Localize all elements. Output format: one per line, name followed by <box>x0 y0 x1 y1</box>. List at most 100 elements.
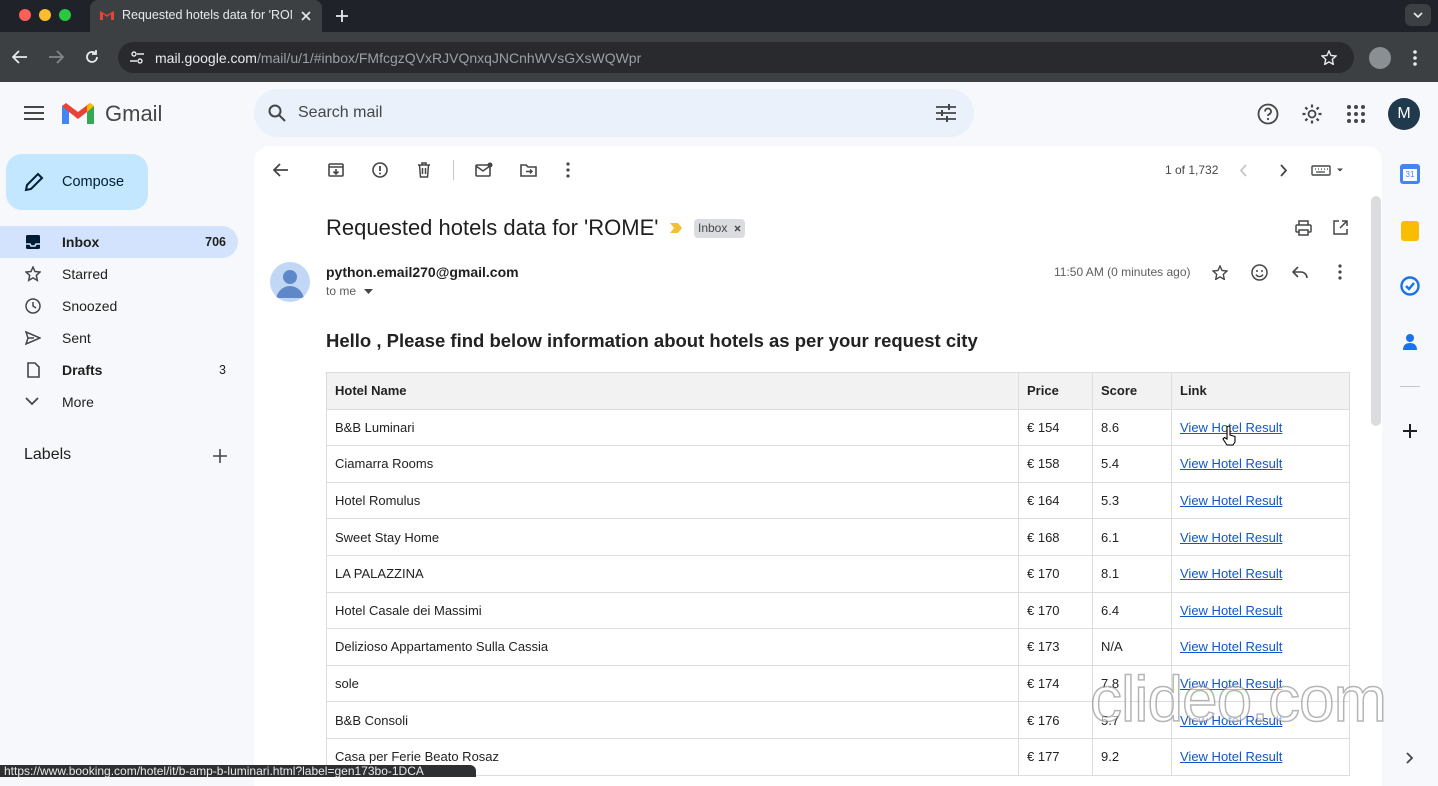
browser-tab[interactable]: Requested hotels data for 'ROME' <box>90 0 322 32</box>
account-avatar[interactable]: M <box>1388 98 1420 130</box>
view-hotel-result-link[interactable]: View Hotel Result <box>1180 603 1282 618</box>
table-row: Casa per Ferie Beato Rosaz € 177 9.2 View H… <box>326 737 1350 776</box>
inbox-icon <box>26 235 40 249</box>
inbox-label-chip[interactable]: Inbox <box>694 219 746 238</box>
search-input[interactable]: Search mail <box>298 104 382 122</box>
contacts-icon[interactable] <box>1402 333 1418 351</box>
pagination-text: 1 of 1,732 <box>1165 163 1219 177</box>
tab-search-button[interactable] <box>1405 4 1431 26</box>
keep-icon[interactable] <box>1401 221 1419 241</box>
sidebar-item-more[interactable]: More <box>0 386 238 418</box>
reply-icon[interactable] <box>1292 266 1308 278</box>
price-cell: € 177 <box>1018 737 1093 776</box>
score-cell: 5.3 <box>1092 481 1172 520</box>
compose-button[interactable]: Compose <box>6 154 148 210</box>
link-cell: View Hotel Result <box>1171 591 1350 630</box>
view-hotel-result-link[interactable]: View Hotel Result <box>1180 566 1282 581</box>
link-cell: View Hotel Result <box>1171 628 1350 666</box>
more-options-icon[interactable] <box>565 162 571 178</box>
minimize-window-button[interactable] <box>39 9 51 21</box>
star-message-icon[interactable] <box>1212 265 1228 280</box>
add-label-icon[interactable] <box>213 449 227 463</box>
new-tab-icon[interactable] <box>335 9 349 23</box>
calendar-icon[interactable]: 31 <box>1400 164 1420 184</box>
view-hotel-result-link[interactable]: View Hotel Result <box>1180 493 1282 508</box>
scrollbar-thumb[interactable] <box>1371 196 1381 426</box>
reload-icon[interactable] <box>84 49 100 65</box>
help-icon[interactable] <box>1257 103 1279 125</box>
back-icon[interactable] <box>12 50 28 64</box>
score-cell: 8.1 <box>1092 554 1172 593</box>
browser-menu-icon[interactable] <box>1412 49 1418 67</box>
sender-avatar[interactable] <box>270 262 310 302</box>
rail-divider <box>1400 386 1420 387</box>
tab-title: Requested hotels data for 'ROME' <box>122 8 292 22</box>
hotel-name-cell: LA PALAZZINA <box>326 554 1019 593</box>
score-cell: 5.4 <box>1092 445 1172 483</box>
sidebar-item-sent[interactable]: Sent <box>0 322 238 354</box>
sidebar-item-drafts[interactable]: Drafts 3 <box>0 354 238 386</box>
hand-cursor-icon <box>1222 426 1236 446</box>
watermark: clideo.com <box>1089 662 1387 736</box>
message-more-icon[interactable] <box>1337 264 1343 280</box>
move-to-icon[interactable] <box>520 163 537 177</box>
draft-icon <box>27 362 40 378</box>
newer-chevron-icon[interactable] <box>1239 164 1248 177</box>
hotel-name-cell: Ciamarra Rooms <box>326 445 1019 483</box>
hotel-name-cell: B&B Consoli <box>326 701 1019 739</box>
show-side-panel-icon[interactable] <box>1406 752 1414 764</box>
input-tools-icon[interactable] <box>1311 165 1345 176</box>
profile-avatar[interactable] <box>1369 47 1391 69</box>
back-to-inbox-icon[interactable] <box>273 163 289 177</box>
bookmark-star-icon[interactable] <box>1321 50 1337 65</box>
address-bar[interactable]: mail.google.com/mail/u/1/#inbox/FMfcgzQV… <box>118 42 1354 73</box>
remove-label-icon[interactable] <box>734 225 741 232</box>
chevron-down-icon <box>364 289 374 295</box>
importance-marker-icon[interactable] <box>669 222 683 234</box>
recipient-details[interactable]: to me <box>326 284 374 298</box>
site-info-icon[interactable] <box>130 51 144 64</box>
maximize-window-button[interactable] <box>59 9 71 21</box>
price-cell: € 174 <box>1018 664 1093 703</box>
forward-icon[interactable] <box>48 50 64 64</box>
search-icon[interactable] <box>268 104 286 122</box>
mark-unread-icon[interactable] <box>475 162 493 177</box>
link-cell: View Hotel Result <box>1171 445 1350 483</box>
price-cell: € 176 <box>1018 701 1093 739</box>
sidebar-item-starred[interactable]: Starred <box>0 258 238 290</box>
hotel-name-cell: Sweet Stay Home <box>326 518 1019 556</box>
column-header: Hotel Name <box>326 372 1019 410</box>
emoji-reaction-icon[interactable] <box>1251 264 1268 281</box>
view-hotel-result-link[interactable]: View Hotel Result <box>1180 456 1282 471</box>
sidebar-item-label: More <box>62 394 94 410</box>
view-hotel-result-link[interactable]: View Hotel Result <box>1180 749 1282 764</box>
close-tab-icon[interactable] <box>300 10 312 22</box>
open-new-window-icon[interactable] <box>1333 220 1348 235</box>
side-panel-rail: 31 <box>1382 146 1438 777</box>
sidebar-item-label: Snoozed <box>62 298 118 314</box>
sidebar-item-snoozed[interactable]: Snoozed <box>0 290 238 322</box>
price-cell: € 170 <box>1018 591 1093 630</box>
view-hotel-result-link[interactable]: View Hotel Result <box>1180 530 1282 545</box>
sender-email[interactable]: python.email270@gmail.com <box>326 264 519 280</box>
apps-grid-icon[interactable] <box>1347 105 1365 123</box>
get-addons-icon[interactable] <box>1403 424 1417 438</box>
score-cell: 6.4 <box>1092 591 1172 630</box>
print-icon[interactable] <box>1295 220 1312 236</box>
main-menu-icon[interactable] <box>24 106 44 120</box>
settings-gear-icon[interactable] <box>1301 103 1323 125</box>
older-chevron-icon[interactable] <box>1279 164 1288 177</box>
archive-icon[interactable] <box>328 162 344 178</box>
column-header: Score <box>1092 372 1172 410</box>
search-bar[interactable]: Search mail <box>254 89 974 137</box>
delete-icon[interactable] <box>417 162 431 178</box>
view-hotel-result-link[interactable]: View Hotel Result <box>1180 639 1282 654</box>
gmail-brand-text[interactable]: Gmail <box>105 101 162 127</box>
label-chip-text: Inbox <box>698 221 728 235</box>
gmail-logo-icon[interactable] <box>62 102 94 126</box>
close-window-button[interactable] <box>19 9 31 21</box>
sidebar-item-inbox[interactable]: Inbox 706 <box>0 226 238 258</box>
search-options-icon[interactable] <box>936 104 956 122</box>
tasks-icon[interactable] <box>1400 276 1420 296</box>
report-spam-icon[interactable] <box>372 162 388 178</box>
